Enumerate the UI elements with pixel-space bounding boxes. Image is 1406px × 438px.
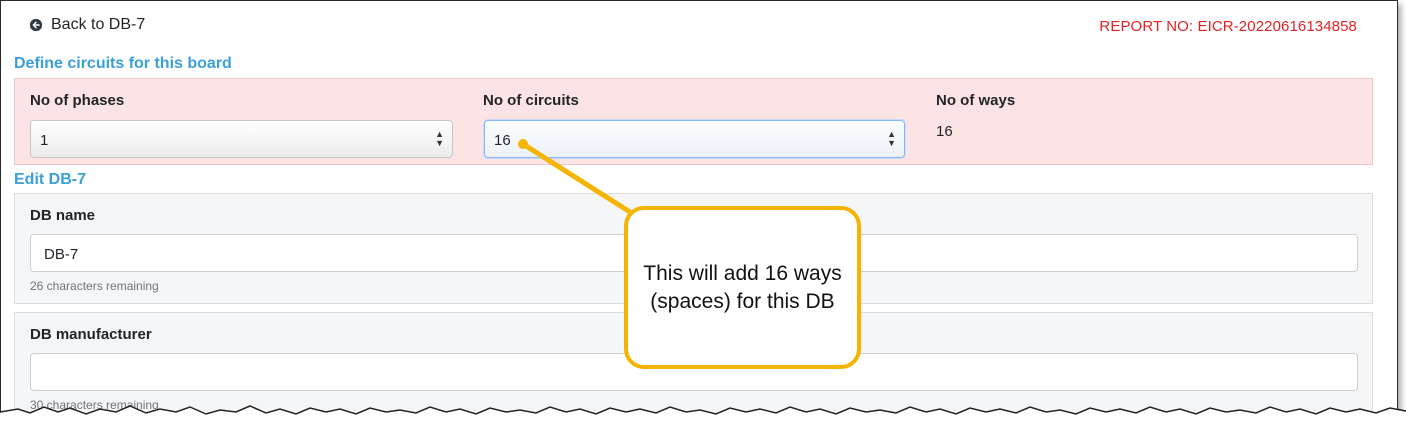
annotation-callout-text: This will add 16 ways (spaces) for this …	[643, 261, 842, 313]
circuits-select[interactable]: 16 ▲ ▼	[484, 120, 905, 158]
db-name-hint: 26 characters remaining	[30, 279, 159, 293]
back-link-label[interactable]: Back to DB-7	[51, 16, 145, 34]
back-link[interactable]: Back to DB-7	[29, 16, 145, 34]
db-name-input-value: DB-7	[44, 246, 79, 263]
circuits-label: No of circuits	[483, 92, 579, 109]
select-arrows-icon: ▲ ▼	[887, 129, 896, 148]
torn-edge	[0, 405, 1406, 438]
phases-select-value: 1	[40, 132, 49, 149]
define-circuits-title: Define circuits for this board	[14, 55, 232, 72]
annotation-callout: This will add 16 ways (spaces) for this …	[624, 206, 861, 369]
edit-db-title: Edit DB-7	[14, 171, 86, 188]
app-window: Back to DB-7 REPORT NO: EICR-20220616134…	[0, 0, 1398, 430]
ways-label: No of ways	[936, 92, 1016, 109]
phases-select[interactable]: 1 ▲ ▼	[30, 120, 453, 158]
db-manufacturer-label: DB manufacturer	[30, 326, 152, 343]
select-arrows-icon: ▲ ▼	[435, 129, 444, 148]
report-number: REPORT NO: EICR-20220616134858	[1099, 18, 1357, 35]
db-name-label: DB name	[30, 207, 96, 224]
phases-label: No of phases	[30, 92, 125, 109]
circuits-select-value: 16	[494, 132, 511, 149]
arrow-left-circle-icon	[29, 18, 43, 32]
define-circuits-panel: No of phases 1 ▲ ▼ No of circuits 16 ▲ ▼ N…	[14, 78, 1373, 165]
ways-value: 16	[936, 123, 953, 140]
